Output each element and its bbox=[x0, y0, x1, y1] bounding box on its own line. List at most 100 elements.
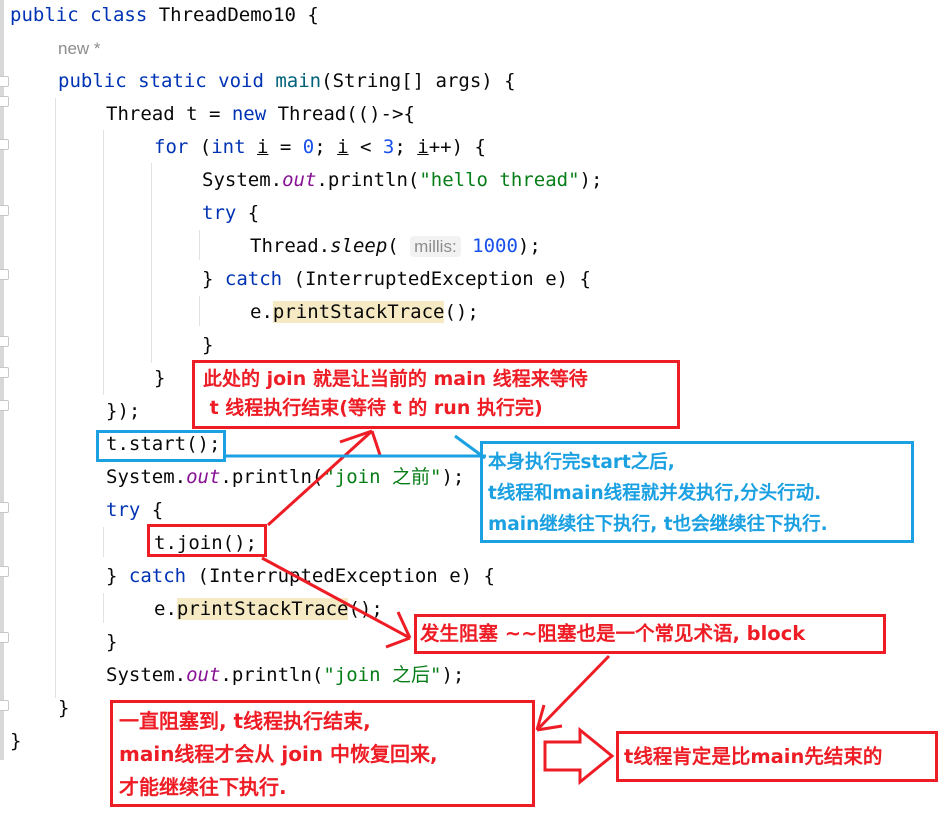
code-token: ; bbox=[314, 136, 338, 158]
code-token: ); bbox=[579, 169, 603, 191]
code-line-close-lambda: }); bbox=[106, 395, 140, 428]
code-token: System. bbox=[106, 466, 187, 488]
code-token: ++) { bbox=[428, 136, 486, 158]
fold-marker-icon[interactable] bbox=[0, 502, 9, 513]
editor-gutter bbox=[0, 0, 4, 760]
code-line-close-main: } bbox=[58, 692, 69, 725]
annotation-start-explain: 本身执行完start之后, t线程和main线程就并发执行,分头行动. main… bbox=[480, 441, 914, 543]
code-token: "join 之前" bbox=[323, 466, 442, 488]
code-line-try: try { bbox=[106, 494, 163, 527]
code-token: int bbox=[211, 136, 246, 158]
code-token: e. bbox=[154, 598, 177, 620]
annotation-block-note: 发生阻塞 ~~阻塞也是一个常见术语, block bbox=[414, 614, 886, 654]
code-token: (); bbox=[444, 301, 479, 323]
code-token: (InterruptedException e) { bbox=[186, 565, 495, 587]
code-token: System. bbox=[106, 664, 187, 686]
annotation-block-until: 一直阻塞到, t线程执行结束, main线程才会从 join 中恢复回来, 才能… bbox=[110, 700, 535, 807]
arrow-head bbox=[370, 430, 382, 456]
code-token: = bbox=[268, 136, 303, 158]
code-token: } bbox=[154, 367, 166, 389]
code-token: } bbox=[58, 697, 70, 719]
code-line-try: try { bbox=[202, 197, 259, 230]
code-token: } bbox=[10, 730, 22, 752]
param-hint: millis: bbox=[410, 236, 461, 257]
fold-marker-icon[interactable] bbox=[0, 139, 9, 150]
code-token: 3 bbox=[382, 136, 395, 158]
indent-guide bbox=[151, 163, 152, 363]
code-token: } bbox=[106, 631, 118, 653]
code-token: ( bbox=[188, 136, 212, 158]
indent-guide bbox=[199, 296, 200, 326]
code-token: "hello thread" bbox=[419, 169, 580, 191]
code-line-close-brace: } bbox=[154, 362, 165, 395]
code-token: ThreadDemo10 { bbox=[147, 4, 319, 26]
code-token: out bbox=[186, 466, 221, 488]
code-token: ; bbox=[394, 136, 418, 158]
fold-marker-icon[interactable] bbox=[0, 632, 9, 643]
code-token: ); bbox=[517, 235, 541, 257]
code-token[interactable]: new * bbox=[58, 39, 101, 58]
code-token: (String[] args) { bbox=[321, 70, 516, 92]
code-token: .println( bbox=[316, 169, 420, 191]
code-token: Thread. bbox=[250, 235, 331, 257]
code-token: System. bbox=[202, 169, 283, 191]
usage-hint[interactable]: new * bbox=[58, 32, 101, 65]
indent-guide bbox=[103, 527, 104, 557]
code-token: new bbox=[231, 103, 267, 125]
code-line-close-brace: } bbox=[202, 329, 213, 362]
code-token: sleep bbox=[330, 235, 388, 257]
code-token: i bbox=[257, 136, 269, 158]
code-token: "join 之后" bbox=[323, 664, 442, 686]
fold-marker-icon[interactable] bbox=[0, 367, 9, 378]
code-line-main-decl: public static void main(String[] args) { bbox=[58, 65, 516, 98]
arrow-head bbox=[536, 724, 563, 732]
code-line-for-loop: for (int i = 0; i < 3; i++) { bbox=[154, 131, 486, 164]
code-token: printStackTrace bbox=[176, 598, 349, 620]
hollow-arrow-icon bbox=[543, 726, 615, 786]
code-token: public static void bbox=[58, 70, 264, 92]
code-token: catch bbox=[128, 565, 187, 587]
code-line-print-stack-trace: e.printStackTrace(); bbox=[154, 593, 383, 626]
code-token: }); bbox=[106, 400, 141, 422]
code-token: Thread t = bbox=[106, 103, 232, 125]
fold-marker-icon[interactable] bbox=[0, 400, 9, 411]
fold-marker-icon[interactable] bbox=[0, 700, 9, 711]
code-token: { bbox=[236, 202, 260, 224]
code-token: (); bbox=[348, 598, 383, 620]
code-token: { bbox=[140, 499, 164, 521]
code-token: .println( bbox=[220, 664, 324, 686]
indent-guide bbox=[55, 98, 56, 698]
code-token: } bbox=[202, 334, 214, 356]
arrow-head bbox=[535, 704, 546, 731]
code-line-class-decl: public class ThreadDemo10 { bbox=[10, 0, 319, 32]
code-token: i bbox=[337, 136, 349, 158]
code-line-catch: } catch (InterruptedException e) { bbox=[202, 263, 591, 296]
code-token: 0 bbox=[302, 136, 315, 158]
start-highlight-box bbox=[96, 430, 226, 462]
code-token: .println( bbox=[220, 466, 324, 488]
code-token: ); bbox=[441, 664, 465, 686]
code-token: 1000 bbox=[472, 235, 518, 257]
indent-guide bbox=[103, 130, 104, 395]
fold-marker-icon[interactable] bbox=[0, 76, 9, 87]
code-token: } bbox=[202, 268, 225, 290]
code-token: try bbox=[106, 499, 141, 521]
code-token: i bbox=[417, 136, 429, 158]
indent-guide bbox=[103, 593, 104, 623]
code-token: public class bbox=[10, 4, 148, 26]
fold-marker-icon[interactable] bbox=[0, 96, 9, 107]
arrow-block-to-until bbox=[535, 654, 611, 732]
code-line-close-brace: } bbox=[106, 626, 117, 659]
fold-marker-icon[interactable] bbox=[0, 566, 9, 577]
code-token: (InterruptedException e) { bbox=[282, 268, 591, 290]
code-token: printStackTrace bbox=[272, 301, 445, 323]
code-line-thread-decl: Thread t = new Thread(()->{ bbox=[106, 98, 415, 131]
fold-marker-icon[interactable] bbox=[0, 269, 9, 280]
join-highlight-box bbox=[147, 524, 267, 557]
fold-marker-icon[interactable] bbox=[0, 336, 9, 347]
fold-marker-icon[interactable] bbox=[0, 205, 9, 216]
annotation-conclusion: t线程肯定是比main先结束的 bbox=[616, 731, 938, 782]
code-line-close-class: } bbox=[10, 725, 21, 758]
code-token: ); bbox=[441, 466, 465, 488]
